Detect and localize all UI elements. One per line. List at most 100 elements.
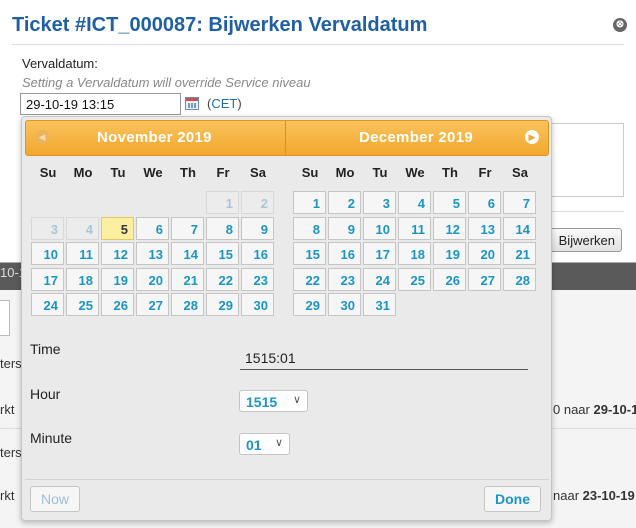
minute-select[interactable]: 01 ∨ [239, 433, 290, 455]
day-cell[interactable]: 11 [66, 242, 99, 265]
weekday-header: Fr [216, 165, 230, 180]
day-cell[interactable]: 13 [468, 217, 501, 240]
day-cell[interactable]: 22 [293, 268, 326, 291]
due-date-label: Vervaldatum: [22, 56, 98, 71]
day-cell[interactable]: 17 [31, 268, 64, 291]
day-cell[interactable]: 12 [101, 242, 134, 265]
day-cell[interactable]: 28 [503, 268, 536, 291]
weekday-header: Mo [73, 165, 93, 180]
calendar-icon[interactable] [185, 97, 199, 110]
weekday-header: Sa [250, 165, 266, 180]
comment-textarea[interactable] [548, 123, 624, 197]
day-cell[interactable]: 9 [241, 217, 274, 240]
dialog-footer-divider [548, 211, 624, 212]
day-cell[interactable]: 27 [468, 268, 501, 291]
day-cell[interactable]: 31 [363, 293, 396, 316]
day-cell[interactable]: 29 [206, 293, 239, 316]
time-value: 1515:01 [240, 348, 528, 370]
day-cell[interactable]: 28 [171, 293, 204, 316]
day-cell[interactable]: 30 [328, 293, 361, 316]
day-cell[interactable]: 3 [363, 191, 396, 214]
day-cell[interactable]: 8 [293, 217, 326, 240]
day-cell[interactable]: 2 [241, 191, 274, 214]
hour-value: 1515 [246, 394, 278, 410]
day-cell[interactable]: 30 [241, 293, 274, 316]
day-cell[interactable]: 8 [206, 217, 239, 240]
day-cell[interactable]: 19 [433, 242, 466, 265]
weekday-header: Tu [372, 165, 388, 180]
day-cell[interactable]: 24 [363, 268, 396, 291]
day-cell[interactable]: 25 [398, 268, 431, 291]
day-cell[interactable]: 12 [433, 217, 466, 240]
day-cell[interactable]: 22 [206, 268, 239, 291]
due-date-input[interactable] [20, 93, 181, 115]
weekday-header: We [143, 165, 163, 180]
timezone-label: (CET) [207, 96, 242, 111]
day-cell[interactable]: 20 [468, 242, 501, 265]
day-cell[interactable]: 25 [66, 293, 99, 316]
header-divider [285, 121, 286, 155]
day-cell[interactable]: 14 [171, 242, 204, 265]
day-cell[interactable]: 23 [241, 268, 274, 291]
background-tab[interactable] [0, 300, 10, 336]
close-icon[interactable]: ⊗ [613, 18, 627, 32]
day-cell[interactable]: 5 [433, 191, 466, 214]
due-date-hint: Setting a Vervaldatum will override Serv… [22, 75, 311, 90]
month-title-november: November 2019 [97, 129, 212, 146]
dialog-title: Ticket #ICT_000087: Bijwerken Vervaldatu… [12, 14, 428, 36]
prev-month-icon[interactable]: ◀ [35, 130, 49, 144]
day-cell[interactable]: 16 [241, 242, 274, 265]
day-cell[interactable]: 17 [363, 242, 396, 265]
day-cell[interactable]: 15 [206, 242, 239, 265]
day-cell[interactable]: 20 [136, 268, 169, 291]
day-cell[interactable]: 1 [206, 191, 239, 214]
day-cell[interactable]: 18 [398, 242, 431, 265]
day-cell[interactable]: 10 [31, 242, 64, 265]
background-text: ters [0, 445, 22, 460]
weekday-header: We [405, 165, 425, 180]
done-button[interactable]: Done [484, 486, 541, 512]
day-cell[interactable]: 5 [101, 217, 134, 240]
next-month-icon[interactable]: ▶ [525, 130, 539, 144]
day-cell[interactable]: 16 [328, 242, 361, 265]
background-history-entry: 0 naar 29-10-1 [553, 402, 636, 417]
update-button[interactable]: Bijwerken [548, 228, 622, 252]
day-cell[interactable]: 24 [31, 293, 64, 316]
day-cell[interactable]: 10 [363, 217, 396, 240]
minute-label: Minute [30, 430, 73, 446]
hour-label: Hour [30, 386, 61, 402]
now-button[interactable]: Now [30, 486, 80, 512]
day-cell[interactable]: 15 [293, 242, 326, 265]
day-cell[interactable]: 29 [293, 293, 326, 316]
day-cell[interactable]: 27 [136, 293, 169, 316]
day-cell[interactable]: 2 [328, 191, 361, 214]
day-cell[interactable]: 4 [66, 217, 99, 240]
day-cell[interactable]: 19 [101, 268, 134, 291]
datepicker-footer-divider [25, 479, 549, 480]
weekday-header: Mo [335, 165, 355, 180]
day-cell[interactable]: 7 [503, 191, 536, 214]
day-cell[interactable]: 21 [171, 268, 204, 291]
day-cell[interactable]: 21 [503, 242, 536, 265]
day-cell[interactable]: 4 [398, 191, 431, 214]
timezone-link[interactable]: CET [211, 96, 237, 111]
background-text: ters [0, 356, 22, 371]
day-cell[interactable]: 11 [398, 217, 431, 240]
day-cell[interactable]: 13 [136, 242, 169, 265]
day-cell[interactable]: 6 [468, 191, 501, 214]
day-cell[interactable]: 14 [503, 217, 536, 240]
day-cell[interactable]: 26 [101, 293, 134, 316]
day-cell[interactable]: 9 [328, 217, 361, 240]
day-cell[interactable]: 6 [136, 217, 169, 240]
datepicker-header: ◀ November 2019 December 2019 ▶ [25, 120, 549, 156]
day-cell[interactable]: 23 [328, 268, 361, 291]
day-cell[interactable]: 26 [433, 268, 466, 291]
background-text: rkt [0, 402, 15, 417]
day-cell[interactable]: 18 [66, 268, 99, 291]
hour-select[interactable]: 1515 ∨ [239, 390, 308, 412]
day-cell[interactable]: 3 [31, 217, 64, 240]
chevron-down-icon: ∨ [274, 437, 283, 449]
day-cell[interactable]: 1 [293, 191, 326, 214]
day-cell[interactable]: 7 [171, 217, 204, 240]
weekday-header: Tu [110, 165, 126, 180]
